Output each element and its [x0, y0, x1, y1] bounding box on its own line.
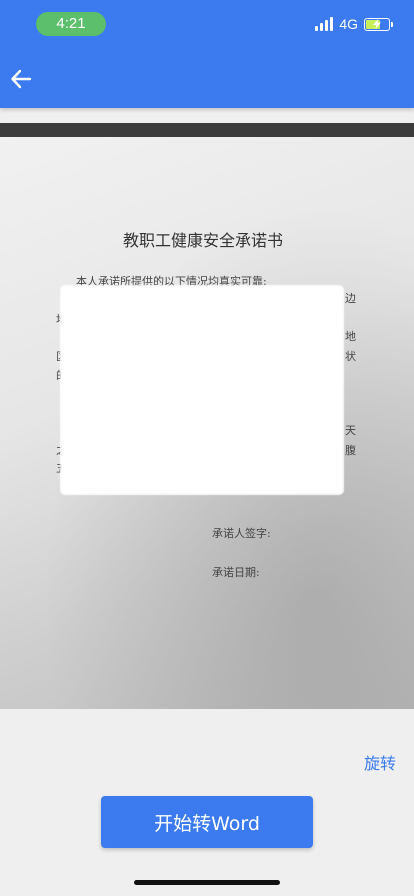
fragment-right-4: 天: [345, 424, 356, 437]
redaction-patch: [62, 287, 342, 493]
document-title: 教职工健康安全承诺书: [122, 231, 283, 250]
convert-to-word-button[interactable]: 开始转Word: [101, 796, 313, 848]
signal-bars-icon: [315, 17, 334, 31]
battery-charging-icon: [364, 17, 393, 31]
fragment-right-5: 腹: [345, 444, 356, 457]
back-button[interactable]: [6, 64, 36, 94]
fragment-right-3: 状: [345, 350, 356, 363]
signature-label: 承诺人签字:: [212, 527, 271, 540]
document-preview: 教职工健康安全承诺书 本人承诺所提供的以下情况均真实可靠: 地 区 的 之 五 …: [0, 123, 414, 709]
date-label: 承诺日期:: [212, 566, 260, 579]
arrow-left-icon: [11, 69, 32, 89]
rotate-button[interactable]: 旋转: [364, 750, 396, 774]
home-indicator: [134, 880, 280, 885]
status-indicators: 4G: [315, 16, 393, 32]
fragment-right-2: 地: [345, 330, 356, 343]
status-time: 4:21: [36, 12, 106, 36]
app-header: 4:21 4G: [0, 0, 414, 108]
network-type: 4G: [339, 16, 358, 32]
fragment-right-1: 边: [345, 292, 356, 305]
scanned-paper: 教职工健康安全承诺书 本人承诺所提供的以下情况均真实可靠: 地 区 的 之 五 …: [0, 137, 414, 709]
